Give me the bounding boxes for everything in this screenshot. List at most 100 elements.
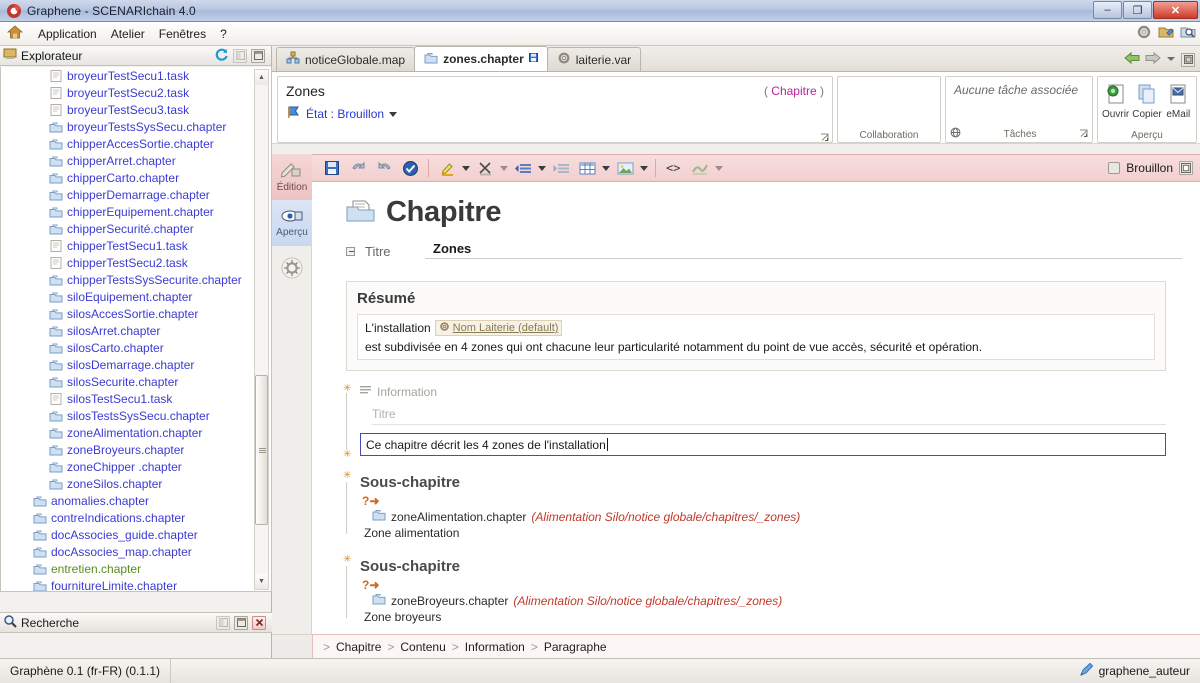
insert-item-dropdown[interactable]: [537, 157, 547, 179]
tree-item[interactable]: silosCarto.chapter: [1, 339, 253, 356]
clear-format-button[interactable]: [473, 157, 497, 179]
refresh-icon[interactable]: [214, 47, 229, 65]
tree-item[interactable]: chipperSecurité.chapter: [1, 220, 253, 237]
tree-item[interactable]: anomalies.chapter: [1, 492, 253, 509]
tree-item[interactable]: chipperTestSecu2.task: [1, 254, 253, 271]
tree-item[interactable]: siloEquipement.chapter: [1, 288, 253, 305]
tree-item[interactable]: zoneChipper .chapter: [1, 458, 253, 475]
tab-zones-chapter[interactable]: zones.chapter: [414, 46, 548, 71]
folder-edit-icon[interactable]: [1158, 24, 1174, 43]
chevron-down-icon[interactable]: [1166, 53, 1176, 67]
tree-item[interactable]: broyeurTestSecu2.task: [1, 84, 253, 101]
menu-atelier[interactable]: Atelier: [104, 24, 152, 44]
forward-arrow-icon[interactable]: [1145, 51, 1161, 68]
editor-maximize-button[interactable]: [1179, 161, 1193, 175]
tree-item[interactable]: silosArret.chapter: [1, 322, 253, 339]
tree-item[interactable]: chipperAccesSortie.chapter: [1, 135, 253, 152]
save-button[interactable]: [320, 157, 344, 179]
insert-item-button[interactable]: [511, 157, 535, 179]
tree-item[interactable]: broyeurTestsSysSecu.chapter: [1, 118, 253, 135]
apercu-email-button[interactable]: eMail: [1163, 83, 1193, 120]
table-button[interactable]: [575, 157, 599, 179]
tab-laiterie-var[interactable]: laiterie.var: [546, 47, 642, 71]
tree-item[interactable]: silosAccesSortie.chapter: [1, 305, 253, 322]
menu-help[interactable]: ?: [213, 24, 234, 44]
tree-item[interactable]: silosSecurite.chapter: [1, 373, 253, 390]
image-dropdown[interactable]: [639, 157, 649, 179]
tree-item[interactable]: chipperTestsSysSecurite.chapter: [1, 271, 253, 288]
tree-item[interactable]: silosTestsSysSecu.chapter: [1, 407, 253, 424]
scroll-thumb[interactable]: [255, 375, 268, 525]
highlight-dropdown[interactable]: [461, 157, 471, 179]
search-close-button[interactable]: [252, 615, 266, 630]
breadcrumb-item[interactable]: Paragraphe: [544, 640, 607, 654]
tree-item[interactable]: entretien.chapter: [1, 560, 253, 577]
variable-chip[interactable]: Nom Laiterie (default): [434, 320, 563, 336]
redo-button[interactable]: [372, 157, 396, 179]
maximize-button[interactable]: ❐: [1123, 1, 1152, 19]
apercu-ouvrir-button[interactable]: Ouvrir: [1101, 83, 1131, 120]
tree-item[interactable]: chipperCarto.chapter: [1, 169, 253, 186]
tab-edition[interactable]: Édition: [272, 154, 312, 200]
document-state-row[interactable]: État : Brouillon: [286, 105, 824, 123]
tree-item[interactable]: zoneBroyeurs.chapter: [1, 441, 253, 458]
menu-application[interactable]: Application: [31, 24, 104, 44]
breadcrumb-item[interactable]: Chapitre: [336, 640, 381, 654]
tab-noticeGlobale-map[interactable]: noticeGlobale.map: [276, 47, 416, 71]
scroll-up-arrow[interactable]: ▲: [255, 70, 268, 85]
title-field-value[interactable]: Zones: [425, 241, 1182, 259]
tree-item[interactable]: silosTestSecu1.task: [1, 390, 253, 407]
search-maximize-button[interactable]: [234, 615, 248, 630]
tree-item[interactable]: broyeurTestSecu3.task: [1, 101, 253, 118]
maximize-panel-button[interactable]: [251, 48, 265, 63]
outdent-button[interactable]: [549, 157, 573, 179]
subchapter-reference-row[interactable]: zoneBroyeurs.chapter (Alimentation Silo/…: [372, 592, 1166, 609]
subchapter-reference-row[interactable]: zoneAlimentation.chapter (Alimentation S…: [372, 508, 1166, 525]
tree-item[interactable]: chipperArret.chapter: [1, 152, 253, 169]
tree-item[interactable]: zoneAlimentation.chapter: [1, 424, 253, 441]
collapse-toggle-icon[interactable]: [346, 247, 355, 256]
search-minimize-button[interactable]: [216, 615, 230, 630]
back-arrow-icon[interactable]: [1124, 51, 1140, 68]
dialog-launcher-icon[interactable]: [820, 131, 829, 141]
tab-settings[interactable]: [272, 246, 312, 292]
tree-item[interactable]: zoneSilos.chapter: [1, 475, 253, 492]
tree-item[interactable]: docAssocies_guide.chapter: [1, 526, 253, 543]
dialog-launcher-icon[interactable]: [1079, 127, 1088, 141]
paragraph-input[interactable]: Ce chapitre décrit les 4 zones de l'inst…: [360, 433, 1166, 456]
tree-item[interactable]: chipperDemarrage.chapter: [1, 186, 253, 203]
tree-vertical-scrollbar[interactable]: ▲ ▼: [254, 69, 269, 590]
tree-item[interactable]: docAssocies_map.chapter: [1, 543, 253, 560]
globe-icon[interactable]: [950, 127, 961, 141]
resume-text-line[interactable]: L'installation Nom Laiterie (default) es…: [357, 314, 1155, 360]
chevron-down-icon[interactable]: [389, 111, 398, 117]
table-dropdown[interactable]: [601, 157, 611, 179]
tree-item[interactable]: broyeurTestSecu1.task: [1, 67, 253, 84]
apercu-copier-button[interactable]: Copier: [1132, 83, 1162, 120]
draft-checkbox[interactable]: [1108, 162, 1121, 174]
document-canvas[interactable]: Chapitre Titre Zones Résumé L'installati…: [312, 182, 1200, 658]
undo-button[interactable]: [346, 157, 370, 179]
spellcheck-button[interactable]: [688, 157, 712, 179]
scroll-down-arrow[interactable]: ▼: [255, 574, 268, 589]
search-folder-icon[interactable]: [1180, 24, 1196, 43]
tree-item[interactable]: chipperTestSecu1.task: [1, 237, 253, 254]
tab-apercu[interactable]: Aperçu: [272, 200, 312, 246]
gear-icon[interactable]: [1136, 24, 1152, 43]
source-button[interactable]: <>: [662, 157, 686, 179]
menu-fenetres[interactable]: Fenêtres: [152, 24, 213, 44]
tree-item[interactable]: contreIndications.chapter: [1, 509, 253, 526]
close-button[interactable]: ✕: [1153, 1, 1198, 19]
clear-format-dropdown[interactable]: [499, 157, 509, 179]
validate-button[interactable]: [398, 157, 422, 179]
spellcheck-dropdown[interactable]: [714, 157, 724, 179]
tree-item[interactable]: fournitureLimite.chapter: [1, 577, 253, 591]
tab-list-button[interactable]: [1181, 52, 1195, 67]
file-tree[interactable]: broyeurTestSecu1.task broyeurTestSecu2.ta…: [0, 67, 272, 592]
information-title-placeholder[interactable]: Titre: [372, 407, 1166, 425]
highlight-button[interactable]: [435, 157, 459, 179]
document-state-label[interactable]: État : Brouillon: [306, 107, 384, 121]
minimize-panel-button[interactable]: [233, 48, 247, 63]
image-button[interactable]: [613, 157, 637, 179]
breadcrumb-item[interactable]: Information: [465, 640, 525, 654]
